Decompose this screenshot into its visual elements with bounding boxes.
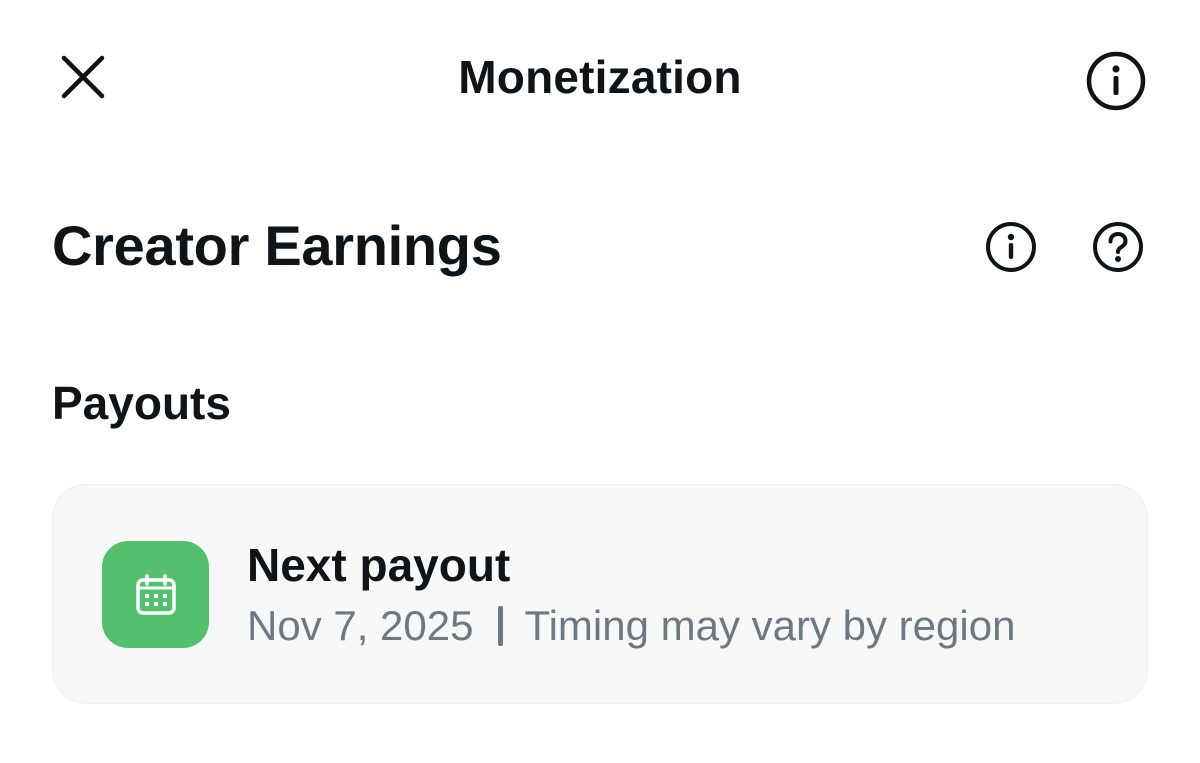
next-payout-card[interactable]: Next payout Nov 7, 2025 Timing may vary b… [52,484,1148,704]
calendar-icon-tile [102,541,209,648]
info-circle-icon [1086,51,1146,111]
next-payout-title: Next payout [247,539,511,591]
calendar-icon [135,573,176,615]
creator-earnings-info-button[interactable] [983,219,1039,275]
top-bar: Monetization [0,0,1200,155]
creator-earnings-help-button[interactable] [1090,219,1146,275]
creator-earnings-header: Creator Earnings [52,212,1152,282]
separator [497,606,503,646]
page-title: Monetization [458,51,742,103]
info-circle-icon [986,222,1036,272]
next-payout-date: Nov 7, 2025 [247,602,474,649]
section-title: Creator Earnings [52,214,502,277]
question-circle-icon [1093,222,1143,272]
monetization-info-button[interactable] [1083,48,1149,114]
payout-timing-note: Timing may vary by region [524,602,1016,649]
next-payout-details: Nov 7, 2025 Timing may vary by region [247,599,1015,653]
payouts-heading: Payouts [52,377,231,429]
